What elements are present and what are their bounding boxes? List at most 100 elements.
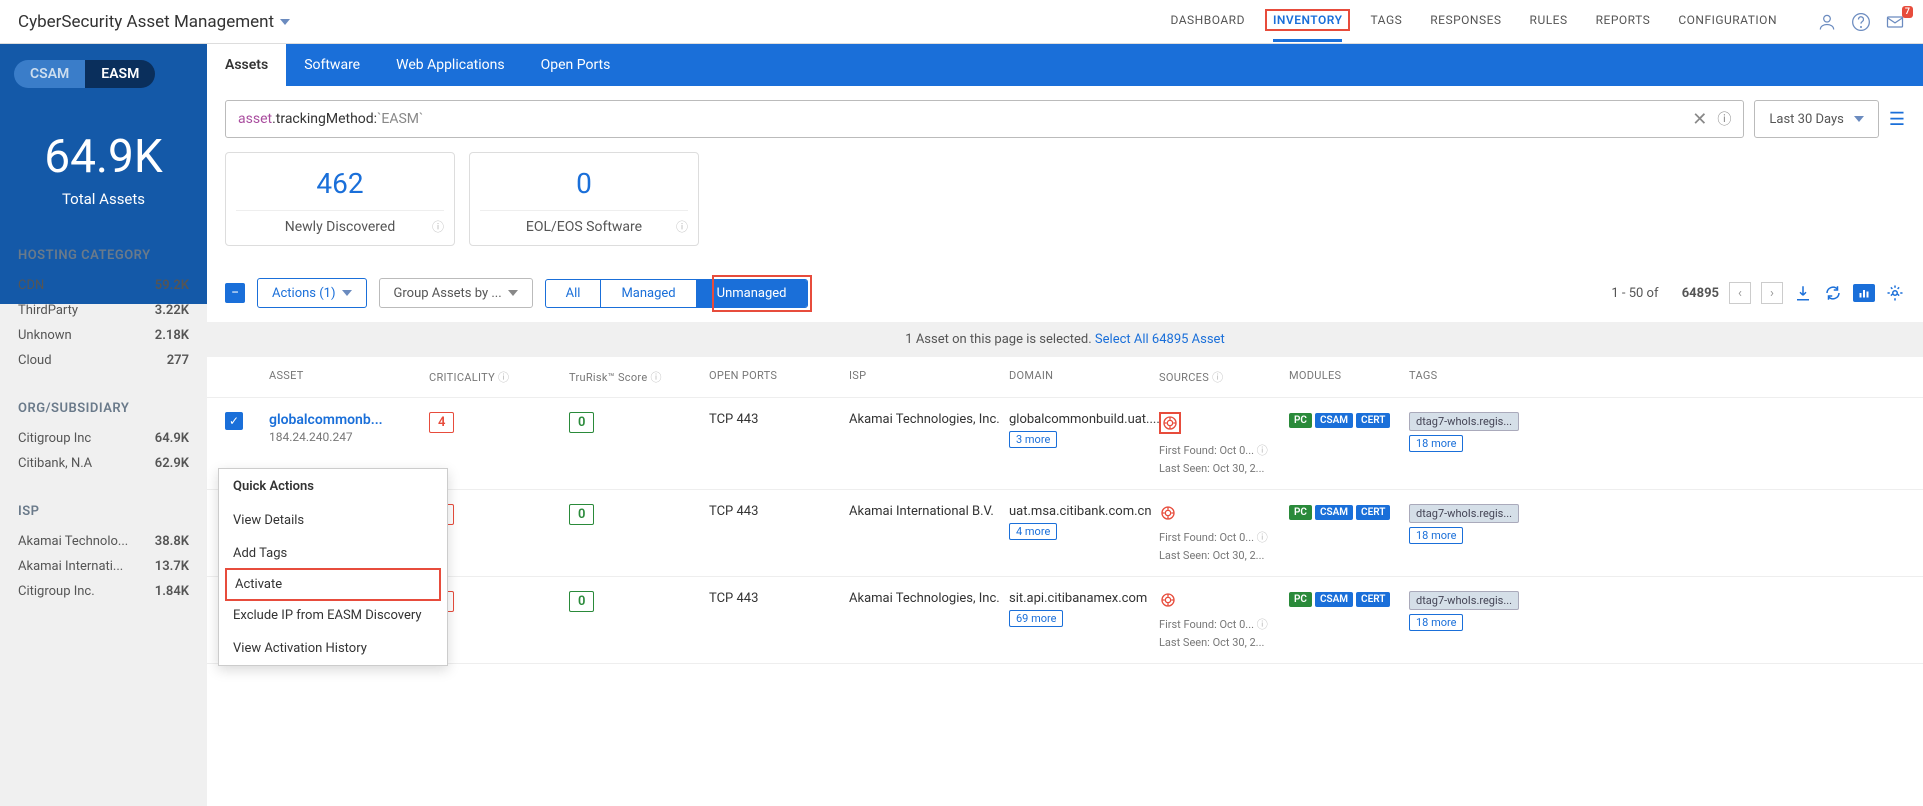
subtabs: AssetsSoftwareWeb ApplicationsOpen Ports (207, 44, 1923, 86)
tags-more[interactable]: 18 more (1409, 527, 1463, 544)
refresh-icon[interactable] (1823, 283, 1843, 303)
source-icon[interactable] (1159, 591, 1177, 609)
asset-name[interactable]: globalcommonb... (269, 412, 429, 428)
open-ports: TCP 443 (709, 412, 849, 427)
last-seen: Last Seen: Oct 30, 2... (1159, 549, 1289, 562)
col-asset[interactable]: ASSET (269, 369, 429, 385)
notification-badge: 7 (1902, 6, 1913, 18)
topnav-dashboard[interactable]: DASHBOARD (1170, 1, 1244, 42)
topnav-rules[interactable]: RULES (1530, 1, 1568, 42)
query-help-icon[interactable]: ⓘ (1717, 109, 1731, 129)
context-menu-add-tags[interactable]: Add Tags (219, 537, 447, 570)
sidebar-row[interactable]: CDN59.2K (18, 273, 189, 298)
settings-icon[interactable] (1885, 283, 1905, 303)
topnav-tags[interactable]: TAGS (1370, 1, 1402, 42)
tag-chip[interactable]: dtag7-whoIs.regis... (1409, 504, 1519, 523)
topnav-inventory[interactable]: INVENTORY (1273, 1, 1343, 42)
topnav-reports[interactable]: REPORTS (1596, 1, 1651, 42)
tag-chip[interactable]: dtag7-whoIs.regis... (1409, 591, 1519, 610)
col-modules[interactable]: MODULES (1289, 369, 1409, 385)
context-menu-view-activation-history[interactable]: View Activation History (219, 632, 447, 665)
stat-card[interactable]: 0EOL/EOS Softwareⓘ (469, 152, 699, 246)
panel-toggle-icon[interactable]: ☰ (1889, 109, 1905, 130)
subtab-open-ports[interactable]: Open Ports (523, 44, 629, 86)
sidebar-row[interactable]: Citigroup Inc.1.84K (18, 579, 189, 604)
last-seen: Last Seen: Oct 30, 2... (1159, 636, 1289, 649)
module-badge-pc: PC (1289, 505, 1312, 520)
topbar-right: 7 (1817, 12, 1905, 32)
help-icon[interactable] (1851, 12, 1871, 32)
info-icon[interactable]: ⓘ (432, 218, 444, 235)
toggle-easm[interactable]: EASM (85, 60, 155, 88)
criticality-badge: 4 (429, 412, 454, 433)
col-score[interactable]: TruRisk™ Score ⓘ (569, 369, 709, 385)
col-domain[interactable]: DOMAIN (1009, 369, 1159, 385)
domain-more[interactable]: 69 more (1009, 610, 1063, 627)
mode-toggle[interactable]: CSAM EASM (14, 60, 155, 88)
topnav-responses[interactable]: RESPONSES (1430, 1, 1501, 42)
pager-prev[interactable]: ‹ (1729, 282, 1751, 304)
sidebar-row[interactable]: Cloud277 (18, 348, 189, 373)
date-filter[interactable]: Last 30 Days (1754, 100, 1878, 138)
module-badge-cert: CERT (1356, 505, 1390, 520)
isp-value: Akamai Technologies, Inc. (849, 591, 1009, 606)
col-isp[interactable]: ISP (849, 369, 1009, 385)
stat-card[interactable]: 462Newly Discoveredⓘ (225, 152, 455, 246)
sidebar-row[interactable]: ThirdParty3.22K (18, 298, 189, 323)
chart-icon[interactable] (1853, 284, 1875, 302)
clear-query-icon[interactable]: ✕ (1692, 109, 1707, 130)
notifications-icon[interactable]: 7 (1885, 12, 1905, 32)
asset-ip: 184.24.240.247 (269, 430, 429, 444)
chevron-down-icon (280, 19, 290, 25)
query-part-1: asset (238, 111, 272, 127)
tags-more[interactable]: 18 more (1409, 435, 1463, 452)
score-badge: 0 (569, 504, 594, 525)
actions-button[interactable]: Actions (1) (257, 278, 367, 308)
subtab-software[interactable]: Software (286, 44, 378, 86)
subtab-assets[interactable]: Assets (207, 44, 286, 86)
select-all-link[interactable]: Select All 64895 Asset (1095, 332, 1225, 347)
query-part-2: .trackingMethod: (272, 111, 377, 127)
context-menu: Quick Actions View DetailsAdd TagsActiva… (218, 468, 448, 666)
col-ports[interactable]: OPEN PORTS (709, 369, 849, 385)
stat-cards: 462Newly Discoveredⓘ0EOL/EOS Softwareⓘ (207, 152, 1923, 264)
context-menu-exclude-ip-from-easm-discovery[interactable]: Exclude IP from EASM Discovery (219, 599, 447, 632)
info-icon[interactable]: ⓘ (676, 218, 688, 235)
segment-all[interactable]: All (546, 280, 602, 307)
sidebar-row[interactable]: Citibank, N.A62.9K (18, 451, 189, 476)
select-all-checkbox[interactable]: − (225, 283, 245, 303)
segment-unmanaged[interactable]: Unmanaged (697, 280, 807, 307)
sidebar-row[interactable]: Akamai Internati...13.7K (18, 554, 189, 579)
source-icon[interactable] (1159, 504, 1177, 522)
user-icon[interactable] (1817, 12, 1837, 32)
col-tags[interactable]: TAGS (1409, 369, 1529, 385)
segment-managed[interactable]: Managed (601, 280, 696, 307)
module-badge-cert: CERT (1356, 413, 1390, 428)
source-icon[interactable] (1159, 412, 1181, 434)
toggle-csam[interactable]: CSAM (14, 60, 85, 88)
tags-more[interactable]: 18 more (1409, 614, 1463, 631)
total-assets-value: 64.9K (0, 130, 207, 184)
subtab-web-applications[interactable]: Web Applications (378, 44, 523, 86)
sidebar-row[interactable]: Citigroup Inc64.9K (18, 426, 189, 451)
download-icon[interactable] (1793, 283, 1813, 303)
row-checkbox[interactable]: ✓ (225, 412, 243, 430)
col-criticality[interactable]: CRITICALITY ⓘ (429, 369, 569, 385)
context-menu-activate[interactable]: Activate (225, 568, 441, 601)
tag-chip[interactable]: dtag7-whoIs.regis... (1409, 412, 1519, 431)
query-input[interactable]: asset.trackingMethod:`EASM` ✕ ⓘ (225, 100, 1744, 138)
domain-more[interactable]: 4 more (1009, 523, 1057, 540)
topnav-configuration[interactable]: CONFIGURATION (1678, 1, 1777, 42)
group-by-label: Group Assets by ... (394, 286, 502, 301)
group-by-button[interactable]: Group Assets by ... (379, 278, 533, 308)
domain-more[interactable]: 3 more (1009, 431, 1057, 448)
app-title[interactable]: CyberSecurity Asset Management (18, 12, 290, 32)
total-assets-label: Total Assets (0, 190, 207, 208)
sidebar-row[interactable]: Akamai Technolo...38.8K (18, 529, 189, 554)
col-sources[interactable]: SOURCES ⓘ (1159, 369, 1289, 385)
sidebar-row[interactable]: Unknown2.18K (18, 323, 189, 348)
pager-next[interactable]: › (1761, 282, 1783, 304)
sidebar-org-title: ORG/SUBSIDIARY (18, 401, 189, 416)
context-menu-view-details[interactable]: View Details (219, 504, 447, 537)
table-row: ✓globalcommonb...184.24.240.24740TCP 443… (207, 398, 1923, 490)
